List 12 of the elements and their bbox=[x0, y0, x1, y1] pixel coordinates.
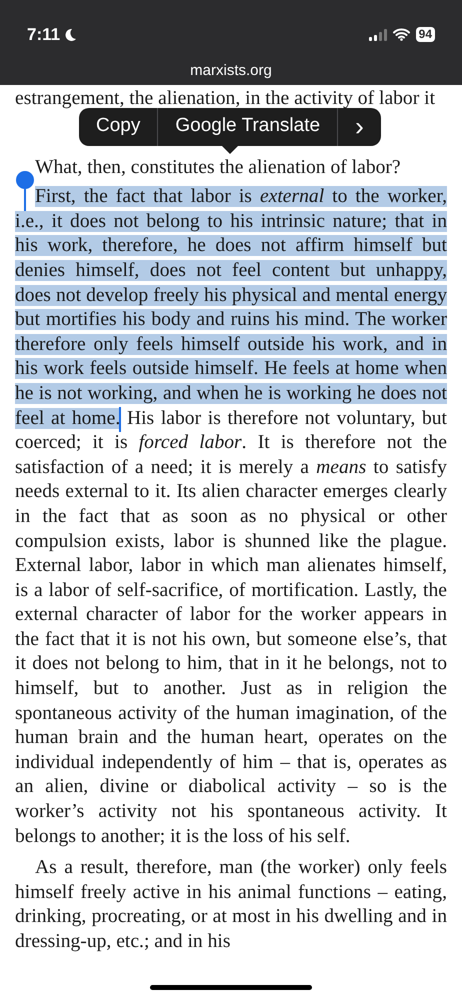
menu-option[interactable]: Copy bbox=[79, 108, 158, 146]
body-paragraph: estrangement, the alienation, in the activity of labor it bbox=[15, 87, 436, 111]
selection-start-handle[interactable] bbox=[16, 171, 34, 212]
body-paragraph: As a result, therefore, man (the worker) only feels himself freely active in his animal functions – eating, drinking, procreating, or at most in his dwelling and in dressing-up, etc.; and in his bbox=[15, 856, 447, 954]
clock-time: 7:11 bbox=[27, 24, 60, 46]
moon-icon bbox=[63, 28, 78, 42]
wifi-icon bbox=[392, 28, 410, 42]
menu-option[interactable]: Google Translate bbox=[158, 108, 338, 146]
battery-indicator: 94 bbox=[416, 27, 435, 42]
selection-end-handle[interactable] bbox=[119, 406, 122, 432]
signal-icon bbox=[368, 28, 387, 41]
site-address: marxists.org bbox=[190, 60, 272, 80]
